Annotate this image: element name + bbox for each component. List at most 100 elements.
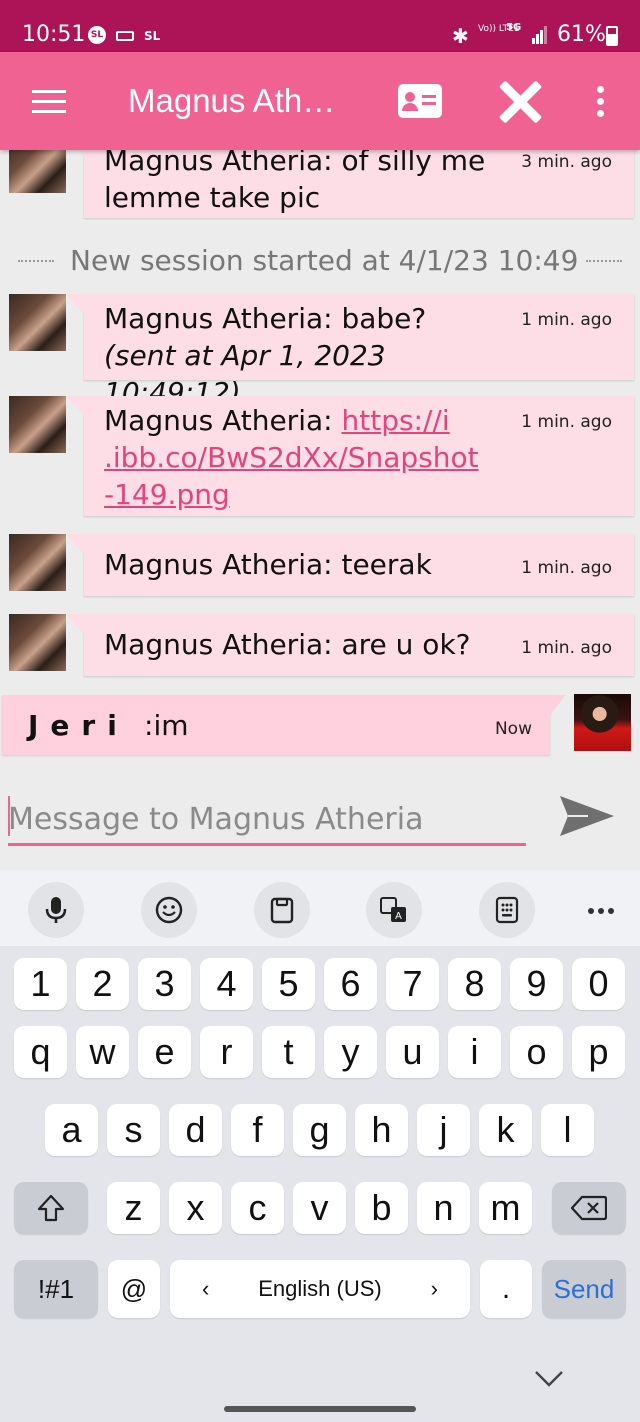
message-text: Magnus Atheria: of silly me lemme take p… xyxy=(104,150,504,216)
compose-bar xyxy=(0,760,640,870)
text-cursor xyxy=(8,796,10,836)
microphone-icon[interactable] xyxy=(28,882,84,938)
send-icon[interactable] xyxy=(558,794,616,838)
message-input[interactable] xyxy=(8,796,526,846)
key-m[interactable]: m xyxy=(479,1182,532,1234)
key-d[interactable]: d xyxy=(169,1104,222,1156)
more-vert-icon[interactable] xyxy=(596,86,606,118)
close-icon[interactable] xyxy=(496,78,544,126)
message-sender: Magnus Atheria xyxy=(104,150,324,177)
own-message-text: :im xyxy=(144,709,189,742)
key-q[interactable]: q xyxy=(14,1026,67,1078)
bluetooth-icon: ✱ xyxy=(452,24,469,48)
screen: 10:51 SL SL ✱ Vo)) LTE1 5G 61% Magnus At… xyxy=(0,0,640,1422)
key-v[interactable]: v xyxy=(293,1182,346,1234)
message-time: 1 min. ago xyxy=(521,638,612,658)
key-4[interactable]: 4 xyxy=(200,958,253,1010)
message-text: Magnus Atheria: babe? (sent at Apr 1, 20… xyxy=(104,302,427,409)
key-x[interactable]: x xyxy=(169,1182,222,1234)
own-sender-name: Jeri xyxy=(28,709,129,742)
space-key[interactable]: ‹ English (US) › xyxy=(170,1260,470,1318)
message-bubble[interactable]: Magnus Atheria: babe? (sent at Apr 1, 20… xyxy=(66,294,634,409)
backspace-key[interactable] xyxy=(552,1182,626,1234)
sender-avatar[interactable] xyxy=(9,294,66,351)
message-bubble[interactable]: Magnus Atheria: are u ok? 1 min. ago xyxy=(66,614,634,676)
own-avatar[interactable] xyxy=(574,694,631,751)
symbols-key[interactable]: !#1 xyxy=(14,1260,98,1318)
separator-dots xyxy=(586,260,622,262)
menu-icon[interactable] xyxy=(32,90,66,114)
message-body: teerak xyxy=(332,548,432,581)
contact-card-icon[interactable] xyxy=(398,84,442,118)
emoji-icon[interactable] xyxy=(141,882,197,938)
keyboard: A 1 2 3 4 5 6 7 8 9 0 q w e r t y u i o … xyxy=(0,870,640,1422)
period-key[interactable]: . xyxy=(480,1260,532,1318)
key-6[interactable]: 6 xyxy=(324,958,377,1010)
sender-avatar[interactable] xyxy=(9,396,66,453)
message-text: Magnus Atheria: are u ok? xyxy=(104,628,471,661)
key-0[interactable]: 0 xyxy=(572,958,625,1010)
5g-icon: 5G xyxy=(506,22,522,33)
key-1[interactable]: 1 xyxy=(14,958,67,1010)
key-w[interactable]: w xyxy=(76,1026,129,1078)
clipboard-icon[interactable] xyxy=(254,882,310,938)
message-time: 3 min. ago xyxy=(521,152,612,172)
key-b[interactable]: b xyxy=(355,1182,408,1234)
own-message-time: Now xyxy=(494,719,532,739)
status-time: 10:51 xyxy=(22,22,86,47)
sender-avatar[interactable] xyxy=(9,614,66,671)
chat-history[interactable]: Magnus Atheria: of silly me lemme take p… xyxy=(0,150,640,760)
key-f[interactable]: f xyxy=(231,1104,284,1156)
key-s[interactable]: s xyxy=(107,1104,160,1156)
key-g[interactable]: g xyxy=(293,1104,346,1156)
message-sender: Magnus Atheria xyxy=(104,404,324,437)
cursor-left-icon[interactable]: ‹ xyxy=(202,1260,209,1318)
translate-icon[interactable]: A xyxy=(366,882,422,938)
message-sender: Magnus Atheria xyxy=(104,548,324,581)
key-2[interactable]: 2 xyxy=(76,958,129,1010)
message-time: 1 min. ago xyxy=(521,412,612,432)
message-body: babe? xyxy=(332,302,427,335)
key-j[interactable]: j xyxy=(417,1104,470,1156)
key-t[interactable]: t xyxy=(262,1026,315,1078)
signal-icon xyxy=(532,26,548,44)
key-l[interactable]: l xyxy=(541,1104,594,1156)
keypad-icon[interactable] xyxy=(479,882,535,938)
key-3[interactable]: 3 xyxy=(138,958,191,1010)
key-n[interactable]: n xyxy=(417,1182,470,1234)
send-key[interactable]: Send xyxy=(542,1260,626,1318)
app-bar: Magnus Ath… xyxy=(0,52,640,150)
message-time: 1 min. ago xyxy=(521,310,612,330)
key-k[interactable]: k xyxy=(479,1104,532,1156)
key-e[interactable]: e xyxy=(138,1026,191,1078)
sender-avatar[interactable] xyxy=(9,534,66,591)
more-horiz-icon[interactable] xyxy=(584,882,618,938)
key-y[interactable]: y xyxy=(324,1026,377,1078)
message-bubble[interactable]: Magnus Atheria: https://i .ibb.co/BwS2dXx… xyxy=(66,396,634,516)
at-key[interactable]: @ xyxy=(108,1260,160,1318)
shift-key[interactable] xyxy=(14,1182,88,1234)
keyboard-collapse-icon[interactable] xyxy=(534,1368,564,1390)
message-sender: Magnus Atheria xyxy=(104,302,324,335)
key-p[interactable]: p xyxy=(572,1026,625,1078)
key-c[interactable]: c xyxy=(231,1182,284,1234)
battery-percent: 61% xyxy=(557,22,606,47)
key-8[interactable]: 8 xyxy=(448,958,501,1010)
sender-avatar[interactable] xyxy=(9,150,66,193)
key-r[interactable]: r xyxy=(200,1026,253,1078)
key-9[interactable]: 9 xyxy=(510,958,563,1010)
key-u[interactable]: u xyxy=(386,1026,439,1078)
key-h[interactable]: h xyxy=(355,1104,408,1156)
conversation-title: Magnus Ath… xyxy=(128,82,336,119)
message-bubble[interactable]: Magnus Atheria: of silly me lemme take p… xyxy=(66,150,634,218)
cursor-right-icon[interactable]: › xyxy=(431,1260,438,1318)
message-bubble[interactable]: Magnus Atheria: teerak 1 min. ago xyxy=(66,534,634,596)
key-i[interactable]: i xyxy=(448,1026,501,1078)
own-message-bubble[interactable]: Jeri :im Now xyxy=(2,695,566,755)
key-7[interactable]: 7 xyxy=(386,958,439,1010)
key-a[interactable]: a xyxy=(45,1104,98,1156)
key-z[interactable]: z xyxy=(107,1182,160,1234)
home-gesture-bar[interactable] xyxy=(224,1406,416,1412)
key-5[interactable]: 5 xyxy=(262,958,315,1010)
key-o[interactable]: o xyxy=(510,1026,563,1078)
